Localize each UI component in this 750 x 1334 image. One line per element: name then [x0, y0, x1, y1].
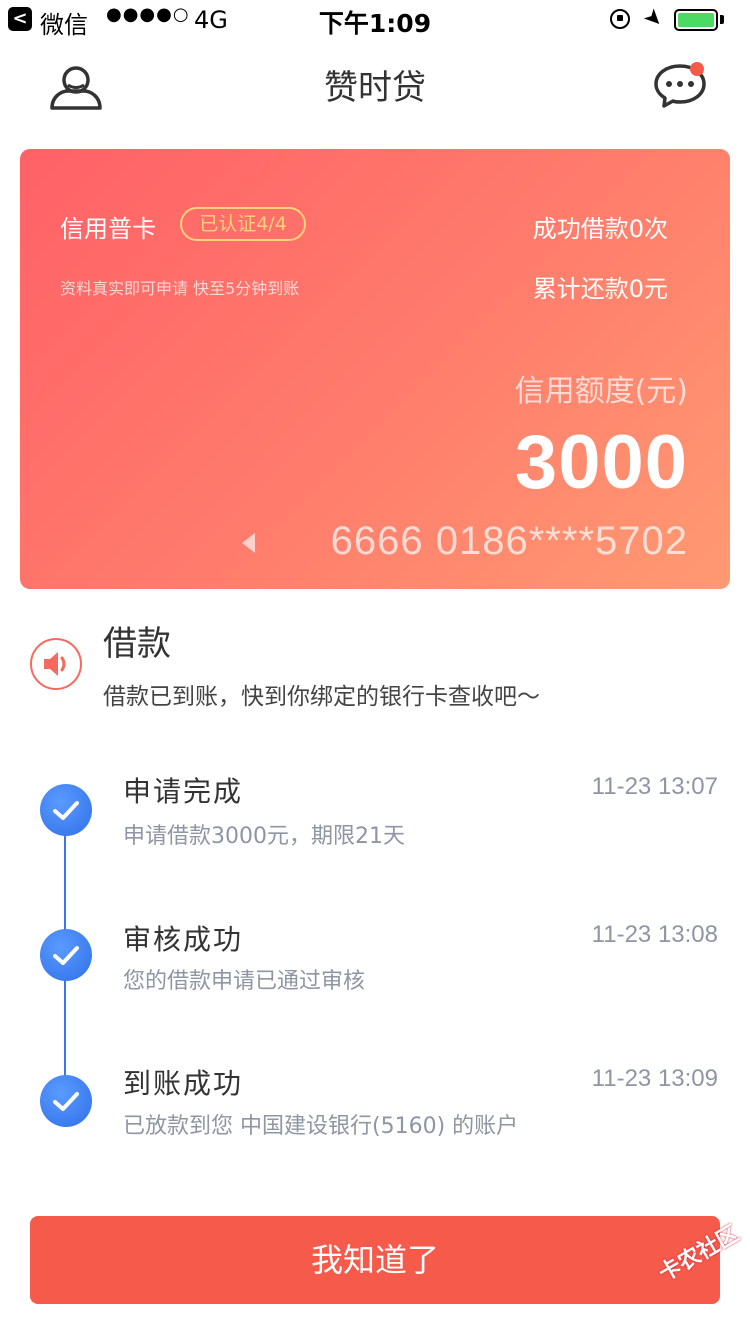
notice-description: 借款已到账，快到你绑定的银行卡查收吧～ [103, 684, 540, 710]
status-time: 下午1:09 [318, 9, 432, 38]
check-icon [40, 929, 92, 981]
timeline-step-description: 已放款到您 中国建设银行(5160) 的账户 [123, 1114, 519, 1139]
page-title: 赞时贷 [324, 68, 426, 108]
battery-icon [674, 9, 718, 31]
timeline-step-time: 11-23 13:09 [591, 1065, 718, 1092]
timeline-step-title: 到账成功 [123, 1067, 244, 1100]
repayment-total: 累计还款0元 [532, 275, 668, 303]
check-icon [40, 1075, 92, 1127]
verified-badge: 已认证4/4 [180, 207, 306, 241]
battery-tip [720, 15, 724, 24]
rotation-lock-icon [610, 9, 630, 29]
credit-limit-amount: 3000 [514, 420, 688, 505]
speaker-icon [30, 638, 82, 690]
timeline-step-title: 申请完成 [123, 775, 244, 808]
notice-title: 借款 [103, 624, 171, 664]
unread-dot [690, 62, 704, 76]
credit-card[interactable]: 信用普卡 已认证4/4 资料真实即可申请 快至5分钟到账 成功借款0次 累计还款… [20, 149, 730, 589]
timeline-step-title: 审核成功 [123, 923, 244, 956]
card-subtitle: 资料真实即可申请 快至5分钟到账 [60, 279, 300, 298]
card-type: 信用普卡 [60, 215, 156, 243]
credit-limit-label: 信用额度(元) [514, 374, 688, 409]
timeline-step-description: 申请借款3000元，期限21天 [123, 824, 405, 849]
timeline-step-time: 11-23 13:07 [591, 773, 718, 800]
arrow-left-icon[interactable] [242, 533, 255, 553]
loan-count: 成功借款0次 [532, 215, 668, 243]
status-bar: < 微信 ●●●●○ 4G 下午1:09 ➤ [0, 0, 750, 40]
check-icon [40, 784, 92, 836]
confirm-button[interactable]: 我知道了 [30, 1216, 720, 1304]
card-number: 6666 0186****5702 [330, 519, 688, 563]
timeline-step-description: 您的借款申请已通过审核 [123, 969, 366, 994]
timeline-step-time: 11-23 13:08 [591, 921, 718, 948]
